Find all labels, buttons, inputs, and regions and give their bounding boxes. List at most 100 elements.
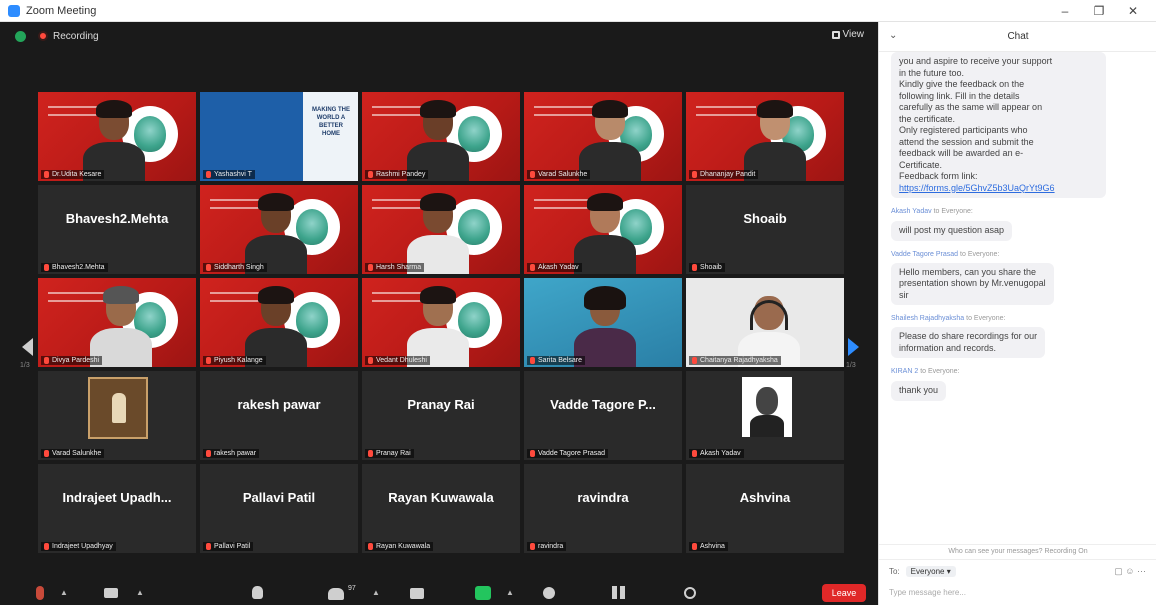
reactions-icon[interactable] [684,587,696,599]
participant-name-label: Indrajeet Upadhyay [41,542,116,551]
participant-video [90,286,152,367]
video-tile[interactable]: Divya Pardeshi [38,278,196,367]
name-only-tile[interactable]: Vadde Tagore P... Vadde Tagore Prasad [524,371,682,460]
page-indicator-left: 1/3 [20,362,30,369]
chat-message-input[interactable]: Type message here... [889,588,966,597]
feedback-form-link[interactable]: https://forms.gle/5GhvZ5b3UaQrYt9G6 [899,183,1098,195]
video-tile[interactable]: Siddharth Singh [200,185,358,274]
headset-icon [750,300,788,330]
muted-mic-icon [44,171,49,178]
security-icon[interactable] [252,586,263,599]
chat-message: will post my question asap [891,221,1013,241]
close-button[interactable]: ✕ [1116,0,1150,22]
next-page-arrow-icon[interactable] [848,338,859,356]
chat-sender: KIRAN 2 to Everyone: [891,368,960,375]
recording-icon [38,31,48,41]
name-only-tile[interactable]: rakesh pawar rakesh pawar [200,371,358,460]
muted-mic-icon [368,543,373,550]
muted-mic-icon [206,264,211,271]
participant-name-label: Vedant Dhuleshi [365,356,430,365]
more-options-icon[interactable]: ⋯ [1137,566,1146,576]
participant-name-label: Harsh Sharma [365,263,425,272]
chat-icon[interactable] [410,588,424,599]
view-label: View [842,29,865,40]
chat-input-icons: ▢ ☺ ⋯ [1114,566,1146,577]
video-tile[interactable]: Harsh Sharma [362,185,520,274]
video-tile[interactable]: Varad Salunkhe [524,92,682,181]
participants-icon[interactable] [328,588,344,600]
participant-name-label: Shoaib [689,263,725,272]
muted-mic-icon [692,450,697,457]
participant-video [407,286,469,367]
participant-video [245,193,307,274]
video-camera-icon[interactable] [104,588,118,598]
muted-mic-icon [206,450,211,457]
video-options-caret-icon[interactable]: ▲ [136,588,144,597]
apps-icon[interactable] [612,586,625,599]
meeting-toolbar: ▲ ▲ 97 ▲ ▲ Leave [0,580,878,605]
name-only-tile[interactable]: Indrajeet Upadh... Indrajeet Upadhyay [38,464,196,553]
zoom-app-icon [8,4,20,17]
video-tile[interactable]: Dr.Udita Kesare [38,92,196,181]
name-only-tile[interactable]: Ashvina Ashvina [686,464,844,553]
participant-name-label: Vadde Tagore Prasad [527,449,609,458]
profile-photo-tile[interactable]: Akash Yadav [686,371,844,460]
video-tile[interactable]: Piyush Kalange [200,278,358,367]
participant-display-name: Rayan Kuwawala [388,490,494,505]
participants-options-caret-icon[interactable]: ▲ [372,588,380,597]
video-tile[interactable]: MAKING THE WORLD A BETTER HOME Yashashvi… [200,92,358,181]
muted-mic-icon [206,357,211,364]
muted-mic-icon [44,543,49,550]
share-screen-icon[interactable] [475,586,491,600]
video-tile[interactable]: Akash Yadav [524,185,682,274]
view-button[interactable]: View [831,29,865,40]
name-only-tile[interactable]: Rayan Kuwawala Rayan Kuwawala [362,464,520,553]
chat-sender: Vadde Tagore Prasad to Everyone: [891,250,1000,258]
leave-button[interactable]: Leave [822,584,866,602]
name-only-tile[interactable]: Bhavesh2.Mehta Bhavesh2.Mehta [38,185,196,274]
video-tile[interactable]: Chaitanya Rajadhyaksha [686,278,844,367]
participant-display-name: Shoaib [743,211,787,226]
chat-message: Hello members, can you share the present… [891,262,1054,305]
record-icon[interactable] [543,587,555,599]
active-speaker-tile[interactable]: Dhananjay Pandit [686,92,844,181]
profile-photo-tile[interactable]: Varad Salunkhe [38,371,196,460]
participant-video [83,100,145,181]
muted-mic-icon [692,171,697,178]
audio-options-caret-icon[interactable]: ▲ [60,588,68,597]
participant-display-name: Indrajeet Upadh... [62,490,172,505]
mute-microphone-icon[interactable] [36,586,44,600]
recipient-row: To: Everyone ▾ [889,566,956,577]
maximize-button[interactable]: ❐ [1082,0,1116,22]
meeting-topbar: Recording View [0,22,878,50]
window-titlebar: Zoom Meeting – ❐ ✕ [0,0,1156,22]
participant-name-label: Varad Salunkhe [41,449,105,458]
participant-display-name: rakesh pawar [237,397,321,412]
emoji-icon[interactable]: ☺ [1125,566,1134,576]
video-tile[interactable]: Vedant Dhuleshi [362,278,520,367]
name-only-tile[interactable]: Pranay Rai Pranay Rai [362,371,520,460]
banner-panel-text: MAKING THE WORLD A BETTER HOME [312,107,350,137]
name-only-tile[interactable]: Shoaib Shoaib [686,185,844,274]
participant-name-label: Pallavi Patil [203,542,254,551]
page-indicator-right: 1/3 [846,362,856,369]
name-only-tile[interactable]: ravindra ravindra [524,464,682,553]
file-attach-icon[interactable]: ▢ [1114,566,1123,576]
name-only-tile[interactable]: Pallavi Patil Pallavi Patil [200,464,358,553]
muted-mic-icon [530,357,535,364]
participant-video [574,286,636,367]
share-options-caret-icon[interactable]: ▲ [506,588,514,597]
muted-mic-icon [206,171,211,178]
participant-video [245,286,307,367]
security-shield-icon[interactable] [15,30,26,42]
minimize-button[interactable]: – [1048,0,1082,22]
participant-display-name: Vadde Tagore P... [550,397,656,412]
video-tile[interactable]: Rashmi Pandey [362,92,520,181]
previous-page-arrow-icon[interactable] [22,338,33,356]
muted-mic-icon [368,171,373,178]
muted-mic-icon [530,264,535,271]
recipient-dropdown[interactable]: Everyone ▾ [905,566,956,577]
video-tile[interactable]: Sarita Belsare [524,278,682,367]
chat-visibility-notice[interactable]: Who can see your messages? Recording On [879,544,1156,560]
participant-name-label: Dhananjay Pandit [689,170,759,179]
